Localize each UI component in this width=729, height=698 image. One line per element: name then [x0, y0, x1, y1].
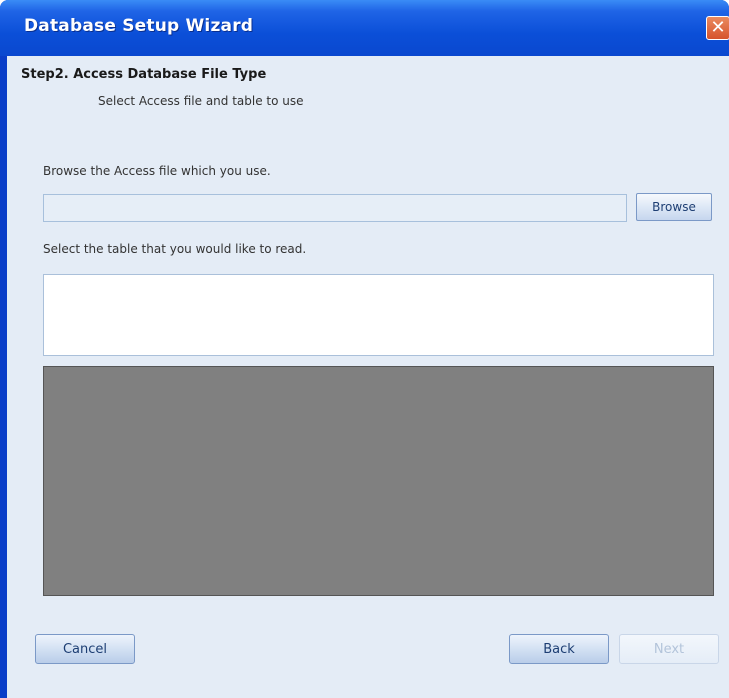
close-icon: ✕ — [710, 17, 726, 38]
table-list[interactable] — [43, 274, 714, 356]
next-button[interactable]: Next — [619, 634, 719, 664]
file-label: Browse the Access file which you use. — [43, 164, 271, 178]
step-title: Step2. Access Database File Type — [21, 67, 267, 82]
file-path-input[interactable] — [43, 194, 627, 222]
back-button[interactable]: Back — [509, 634, 609, 664]
wizard-window: Database Setup Wizard ✕ Step2. Access Da… — [0, 0, 729, 698]
step-subtitle: Select Access file and table to use — [98, 94, 304, 108]
browse-button[interactable]: Browse — [636, 193, 712, 221]
close-button[interactable]: ✕ — [706, 16, 729, 40]
data-preview-area — [43, 366, 714, 596]
window-title: Database Setup Wizard — [24, 16, 254, 36]
cancel-button[interactable]: Cancel — [35, 634, 135, 664]
table-label: Select the table that you would like to … — [43, 242, 307, 256]
title-bar[interactable]: Database Setup Wizard ✕ — [0, 0, 729, 56]
wizard-body: Step2. Access Database File Type Select … — [7, 56, 729, 698]
